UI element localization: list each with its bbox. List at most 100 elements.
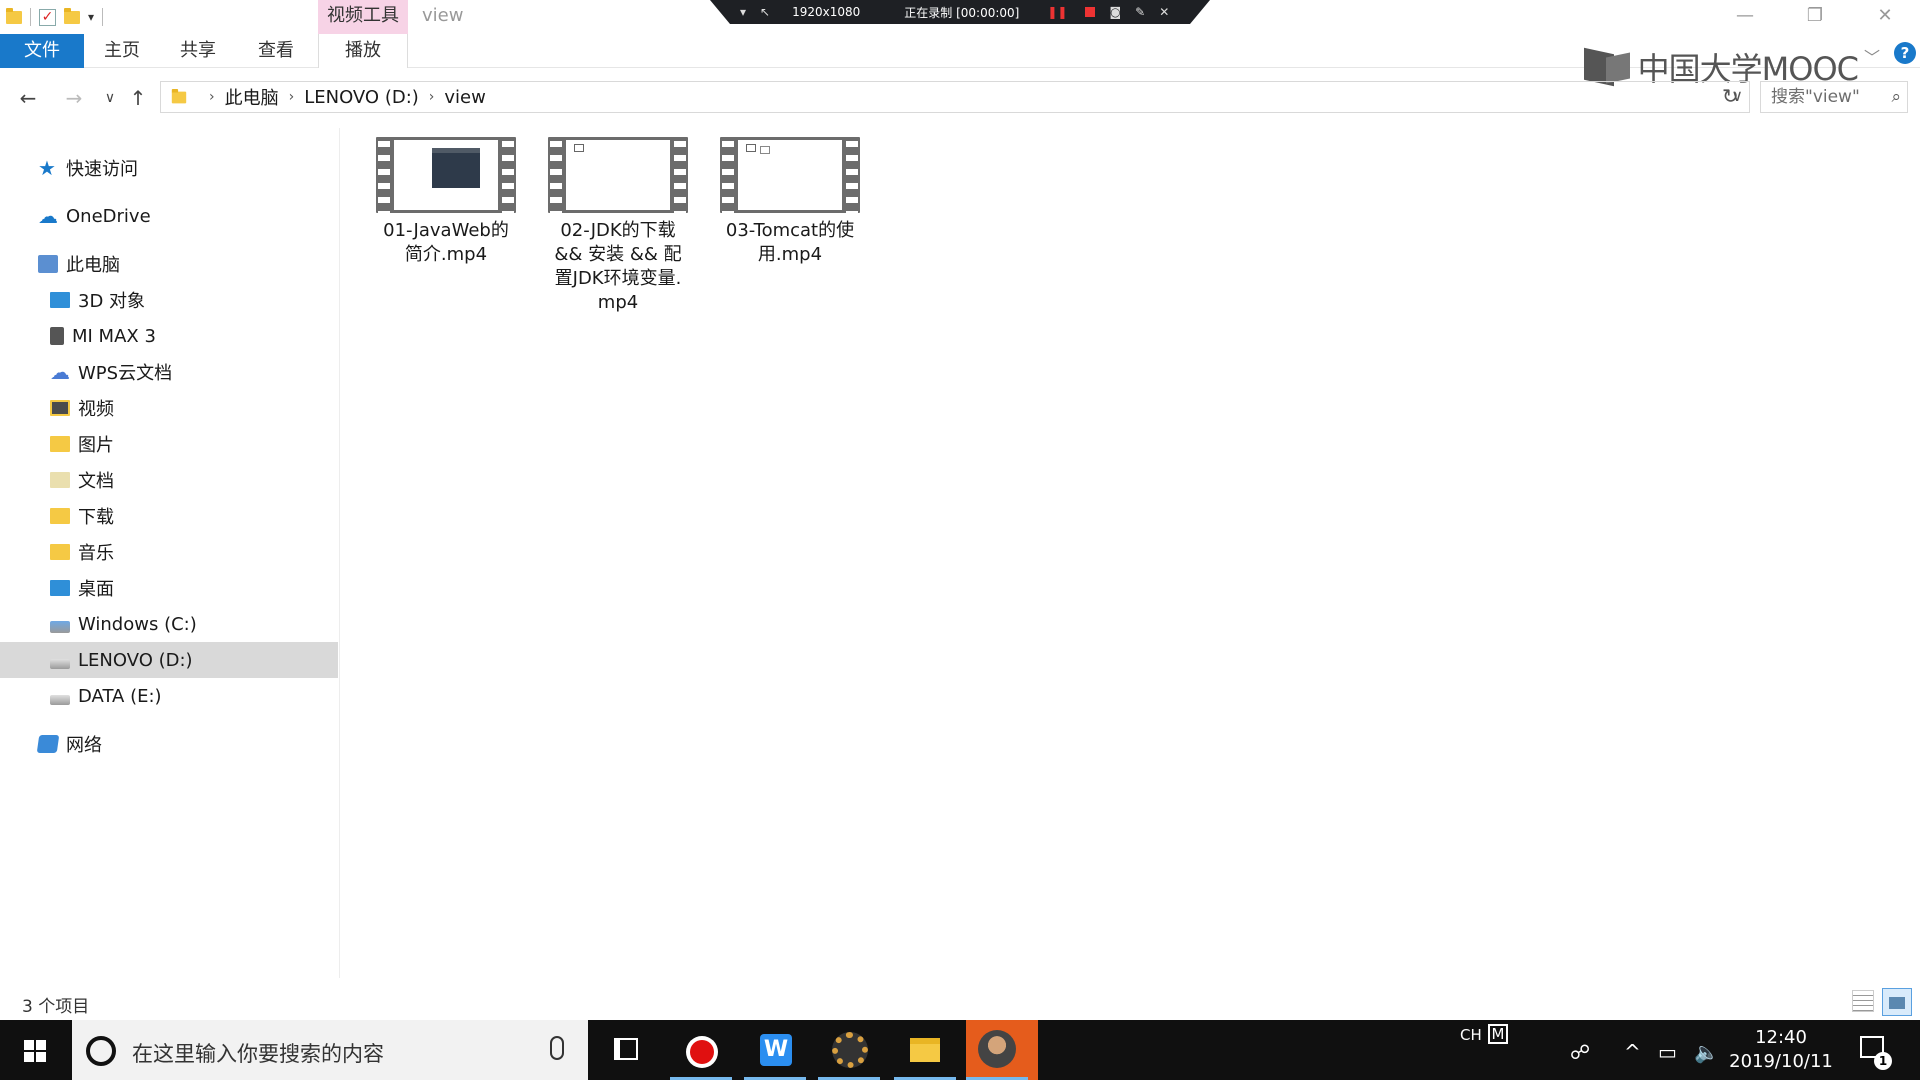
microphone-icon[interactable] [550,1036,564,1060]
refresh-icon[interactable]: ↻ [1722,84,1739,108]
help-icon[interactable]: ? [1894,42,1916,64]
pause-recording-icon[interactable]: ❚❚ [1047,5,1067,19]
sidebar-item-label: MI MAX 3 [72,325,156,347]
details-view-icon[interactable] [1852,990,1874,1012]
breadcrumb-chevron-icon[interactable]: › [209,89,215,105]
sidebar-item-pictures[interactable]: 图片 [0,426,338,462]
minimize-button[interactable]: — [1710,0,1780,34]
breadcrumb-this-pc[interactable]: 此电脑 [225,84,279,110]
tab-home[interactable]: 主页 [96,34,148,68]
sidebar-item-3d-objects[interactable]: 3D 对象 [0,282,338,318]
file-name-line: && 安装 && 配 [554,244,682,265]
sidebar-item-desktop[interactable]: 桌面 [0,570,338,606]
cloud-icon: ☁ [38,204,58,228]
search-input[interactable]: 搜索"view" ⌕ [1760,81,1908,113]
tab-view[interactable]: 查看 [250,34,302,68]
sidebar-item-documents[interactable]: 文档 [0,462,338,498]
pen-icon[interactable]: ✎ [1135,5,1145,19]
sidebar-item-data-e[interactable]: DATA (E:) [0,678,338,714]
sidebar-item-label: 下载 [78,507,114,528]
sidebar-item-downloads[interactable]: 下载 [0,498,338,534]
clock-time: 12:40 [1755,1027,1807,1048]
new-folder-icon[interactable] [64,7,80,24]
sidebar-item-videos[interactable]: 视频 [0,390,338,426]
ime-mode[interactable]: M [1488,1024,1508,1044]
breadcrumb-chevron-icon[interactable]: › [429,89,435,105]
search-icon[interactable]: ⌕ [1891,82,1901,112]
breadcrumb-lenovo-d[interactable]: LENOVO (D:) [304,87,419,108]
sidebar-item-label: 桌面 [78,579,114,600]
sidebar-item-lenovo-d[interactable]: LENOVO (D:) [0,642,338,678]
windows-logo-icon [24,1040,46,1062]
taskbar-app-user[interactable] [966,1020,1038,1080]
stop-recording-icon[interactable] [1085,7,1096,17]
sidebar-item-network[interactable]: 网络 [0,726,338,762]
network-icon [36,735,60,753]
cursor-icon[interactable]: ↖ [760,5,770,19]
navigation-pane: ★ 快速访问 ☁ OneDrive 此电脑 3D 对象 MI MAX 3 ☁ W… [0,128,340,978]
taskbar-app-w[interactable]: W [744,1020,806,1080]
sidebar-item-wps-cloud[interactable]: ☁ WPS云文档 [0,354,338,390]
taskbar-app-recorder[interactable] [670,1020,732,1080]
status-bar: 3 个项目 [0,988,1920,1018]
documents-folder-icon [50,472,70,488]
file-item[interactable]: 03-Tomcat的使 用.mp4 [706,137,874,267]
taskbar-app-file-explorer[interactable] [894,1020,956,1080]
file-item[interactable]: 01-JavaWeb的 简介.mp4 [362,137,530,267]
quick-access-toolbar: ✓ ▾ [6,6,104,28]
breadcrumb-chevron-icon[interactable]: › [289,89,295,105]
file-name-line: 02-JDK的下载 [560,220,676,241]
taskbar-app-gear[interactable] [818,1020,880,1080]
ime-language[interactable]: CH [1460,1026,1482,1044]
close-button[interactable]: ✕ [1850,0,1920,34]
window-title: view [422,5,464,26]
expand-ribbon-icon[interactable]: ﹀ [1864,44,1880,68]
recent-locations-chevron-icon[interactable]: ∨ [96,84,124,112]
w-app-icon: W [760,1034,792,1066]
properties-icon[interactable]: ✓ [39,8,56,26]
restore-button[interactable]: ❐ [1780,0,1850,34]
address-folder-icon [171,88,187,103]
file-name-line: 置JDK环境变量. [554,268,682,289]
forward-arrow-icon[interactable]: → [60,84,88,112]
customize-toolbar-dropdown-icon[interactable]: ▾ [88,10,94,24]
sidebar-item-onedrive[interactable]: ☁ OneDrive [0,198,338,234]
video-thumbnail-icon [376,137,516,213]
taskbar-search-box[interactable]: 在这里输入你要搜索的内容 [72,1020,588,1080]
task-view-icon [614,1038,638,1060]
sidebar-item-mi-max-3[interactable]: MI MAX 3 [0,318,338,354]
sidebar-item-this-pc[interactable]: 此电脑 [0,246,338,282]
sidebar-item-label: 快速访问 [66,159,138,180]
item-count: 3 个项目 [22,997,90,1017]
file-item[interactable]: 02-JDK的下载 && 安装 && 配 置JDK环境变量. mp4 [534,137,702,315]
recorder-dropdown-icon[interactable]: ▾ [740,5,746,19]
videos-folder-icon [50,400,70,416]
start-button[interactable] [0,1020,70,1080]
video-thumbnail-icon [548,137,688,213]
people-icon[interactable]: ☍ [1570,1040,1590,1064]
tab-share[interactable]: 共享 [172,34,224,68]
task-view-button[interactable] [594,1020,656,1080]
tab-file[interactable]: 文件 [0,34,84,68]
recorder-close-icon[interactable]: ✕ [1159,5,1169,19]
folder-icon[interactable] [6,7,22,24]
network-status-icon[interactable]: ▭ [1658,1040,1677,1064]
clock-date: 2019/10/11 [1729,1051,1833,1072]
sidebar-item-windows-c[interactable]: Windows (C:) [0,606,338,642]
file-explorer-icon [910,1038,940,1062]
show-hidden-icons-chevron-icon[interactable]: ^ [1624,1040,1641,1064]
up-arrow-icon[interactable]: ↑ [124,84,152,112]
sidebar-item-quick-access[interactable]: ★ 快速访问 [0,150,338,186]
tab-play[interactable]: 播放 [318,34,408,68]
sidebar-item-music[interactable]: 音乐 [0,534,338,570]
camera-icon[interactable]: ◙ [1109,5,1121,19]
video-tools-contextual-tab: 视频工具 [318,0,408,34]
large-icons-view-icon[interactable] [1882,988,1912,1016]
back-arrow-icon[interactable]: ← [14,84,42,112]
address-bar[interactable]: › 此电脑 › LENOVO (D:) › view ∨ [160,81,1750,113]
clock[interactable]: 12:40 2019/10/11 [1726,1026,1836,1074]
volume-icon[interactable]: 🔈 [1694,1040,1719,1064]
notification-badge: 1 [1874,1052,1892,1070]
breadcrumb-view[interactable]: view [444,87,485,108]
sidebar-item-label: 网络 [66,735,102,756]
